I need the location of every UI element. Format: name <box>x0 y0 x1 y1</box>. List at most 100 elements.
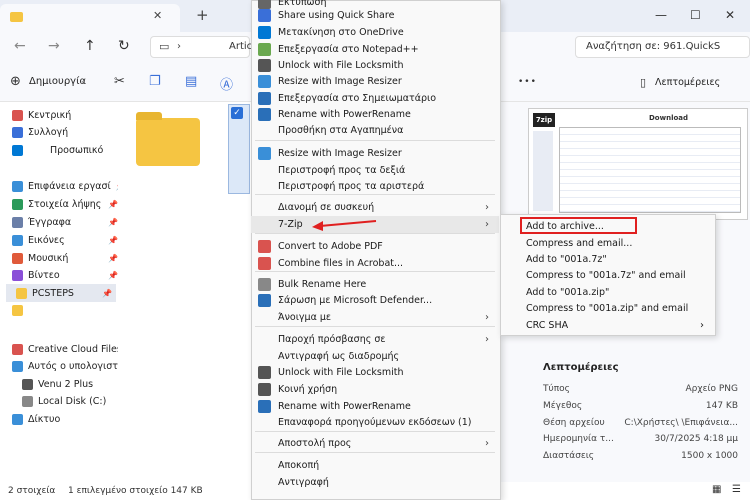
details-value: 1500 x 1000 <box>681 451 738 461</box>
sidebar-item-label: Αυτός ο υπολογιστή <box>28 360 125 372</box>
menu-separator <box>255 431 495 432</box>
menu-item[interactable]: Επεξεργασία στο Notepad++ <box>251 41 499 58</box>
details-row: Μέγεθος 147 KB <box>543 401 738 411</box>
sidebar-item[interactable]: Εικόνες 📌 <box>12 231 122 249</box>
menu-item[interactable]: Resize with Image Resizer <box>251 73 499 90</box>
sidebar-item[interactable]: Συλλογή <box>12 123 122 141</box>
menu-separator <box>255 194 495 195</box>
menu-item[interactable]: Share using Quick Share <box>251 7 499 24</box>
chevron-right-icon: › <box>700 319 704 331</box>
menu-item[interactable]: Σάρωση με Microsoft Defender... <box>251 292 499 309</box>
menu-item[interactable]: Επεξεργασία στο Σημειωματάριο <box>251 90 499 107</box>
paste-icon[interactable]: ▤ <box>185 74 197 89</box>
view-list-icon[interactable]: ☰ <box>732 484 741 495</box>
menu-item[interactable]: Combine files in Acrobat... <box>251 255 499 272</box>
menu-item[interactable]: Unlock with File Locksmith <box>251 57 499 74</box>
menu-item[interactable]: Αντιγραφή ως διαδρομής <box>251 348 499 365</box>
sidebar-item-label: Προσωπικό <box>50 144 104 156</box>
view-grid-icon[interactable]: ▦ <box>712 484 721 495</box>
sidebar-item[interactable]: Δίκτυο <box>12 410 122 428</box>
sidebar-item[interactable]: Βίντεο 📌 <box>12 266 122 284</box>
sidebar-item[interactable]: Venu 2 Plus <box>22 375 132 393</box>
submenu-item[interactable]: CRC SHA › <box>500 317 714 333</box>
address-bar[interactable]: ▭ › Artic <box>150 36 252 58</box>
menu-item[interactable]: Unlock with File Locksmith <box>251 364 499 381</box>
search-input[interactable]: Αναζήτηση σε: 961.QuickS <box>575 36 750 58</box>
menu-item[interactable]: Rename with PowerRename <box>251 398 499 415</box>
menu-item[interactable]: Παροχή πρόσβασης σε › <box>251 331 499 348</box>
cut-icon[interactable]: ✂ <box>114 74 125 89</box>
menu-item[interactable]: Bulk Rename Here <box>251 276 499 293</box>
more-button[interactable]: ••• <box>518 77 537 87</box>
menu-item[interactable]: Αποστολή προς › <box>251 435 499 452</box>
menu-item[interactable]: Κοινή χρήση <box>251 381 499 398</box>
menu-item[interactable]: Προσθήκη στα Αγαπημένα <box>251 122 499 139</box>
pin-icon: 📌 <box>102 288 112 298</box>
menu-item[interactable]: Rename with PowerRename <box>251 106 499 123</box>
minimize-icon[interactable]: — <box>655 8 667 22</box>
details-title: Λεπτομέρειες <box>543 362 619 373</box>
sidebar-item-label: Εικόνες <box>28 234 65 246</box>
chevron-down-icon[interactable]: ⌄ <box>80 76 87 85</box>
sidebar-item[interactable]: PCSTEPS 📌 <box>6 284 116 302</box>
sidebar-item[interactable] <box>12 301 122 319</box>
close-icon[interactable]: ✕ <box>725 8 735 22</box>
details-row: Ημερομηνία τ... 30/7/2025 4:18 μμ <box>543 434 738 444</box>
sidebar-item[interactable]: Επιφάνεια εργασί📌 <box>12 177 126 195</box>
menu-item-label: Bulk Rename Here <box>278 279 367 290</box>
submenu-item[interactable]: Compress and email... <box>500 235 714 251</box>
submenu-item[interactable]: Compress to "001a.zip" and email <box>500 300 714 316</box>
up-icon[interactable]: ↑ <box>84 38 96 54</box>
sidebar-item-label: Creative Cloud Files F <box>28 343 131 355</box>
menu-item-label: Resize with Image Resizer <box>278 148 402 159</box>
menu-item-label: Κοινή χρήση <box>278 384 338 395</box>
sidebar-item-icon <box>12 234 23 246</box>
back-icon[interactable]: ← <box>14 38 26 54</box>
chevron-right-icon: › <box>485 334 489 345</box>
rename-icon <box>258 108 271 121</box>
menu-item[interactable]: Επαναφορά προηγούμενων εκδόσεων (1) <box>251 414 499 431</box>
chevron-right-icon: › <box>485 312 489 323</box>
menu-item[interactable]: Resize with Image Resizer <box>251 145 499 162</box>
sidebar-item[interactable]: Μουσική 📌 <box>12 249 122 267</box>
sidebar-item[interactable]: Creative Cloud Files F <box>12 340 130 358</box>
details-row: Διαστάσεις 1500 x 1000 <box>543 451 738 461</box>
sidebar-item[interactable]: Local Disk (C:) <box>22 392 132 410</box>
submenu-item[interactable]: Compress to "001a.7z" and email <box>500 267 714 283</box>
sidebar-item[interactable]: Κεντρική <box>12 106 122 124</box>
sidebar-item[interactable]: Αυτός ο υπολογιστή <box>12 357 125 375</box>
plus-icon[interactable]: + <box>196 6 209 24</box>
menu-item-label: Άνοιγμα με <box>278 312 332 323</box>
submenu-item[interactable]: Add to "001a.zip" <box>500 284 714 300</box>
folder-item[interactable] <box>136 112 200 166</box>
maximize-icon[interactable]: ☐ <box>690 8 701 22</box>
forward-icon[interactable]: → <box>48 38 60 54</box>
pointer-arrow <box>312 220 377 231</box>
checkbox-icon[interactable]: ✓ <box>231 107 243 119</box>
menu-item[interactable]: Περιστροφή προς τα δεξιά <box>251 162 499 179</box>
details-button[interactable]: Λεπτομέρειες <box>655 77 720 88</box>
menu-item[interactable]: Άνοιγμα με › <box>251 309 499 326</box>
notepad-icon <box>258 43 271 56</box>
close-tab-icon[interactable]: ✕ <box>153 9 162 22</box>
share-icon <box>258 9 271 22</box>
menu-item[interactable]: Μετακίνηση στο OneDrive <box>251 24 499 41</box>
rename-icon[interactable]: Ⓐ <box>220 74 233 93</box>
sidebar-item[interactable]: Έγγραφα 📌 <box>12 213 122 231</box>
sidebar-item-icon <box>12 252 23 264</box>
menu-item[interactable]: Αντιγραφή <box>251 474 499 491</box>
menu-item[interactable]: Convert to Adobe PDF <box>251 238 499 255</box>
copy-icon[interactable]: ❐ <box>149 74 161 89</box>
sidebar-item-icon <box>12 198 23 210</box>
breadcrumb-folder[interactable]: Artic <box>229 41 252 52</box>
create-button[interactable]: Δημιουργία <box>29 76 86 87</box>
menu-item[interactable]: Περιστροφή προς τα αριστερά <box>251 178 499 195</box>
refresh-icon[interactable]: ↻ <box>118 38 130 54</box>
menu-separator <box>255 326 495 327</box>
menu-item-label: Επαναφορά προηγούμενων εκδόσεων (1) <box>278 417 472 428</box>
menu-item[interactable]: Αποκοπή <box>251 457 499 474</box>
submenu-item[interactable]: Add to "001a.7z" <box>500 251 714 267</box>
sidebar-item[interactable]: Προσωπικό <box>12 141 122 159</box>
menu-item-label: Επεξεργασία στο Notepad++ <box>278 44 419 55</box>
sidebar-item[interactable]: Στοιχεία λήψης 📌 <box>12 195 122 213</box>
